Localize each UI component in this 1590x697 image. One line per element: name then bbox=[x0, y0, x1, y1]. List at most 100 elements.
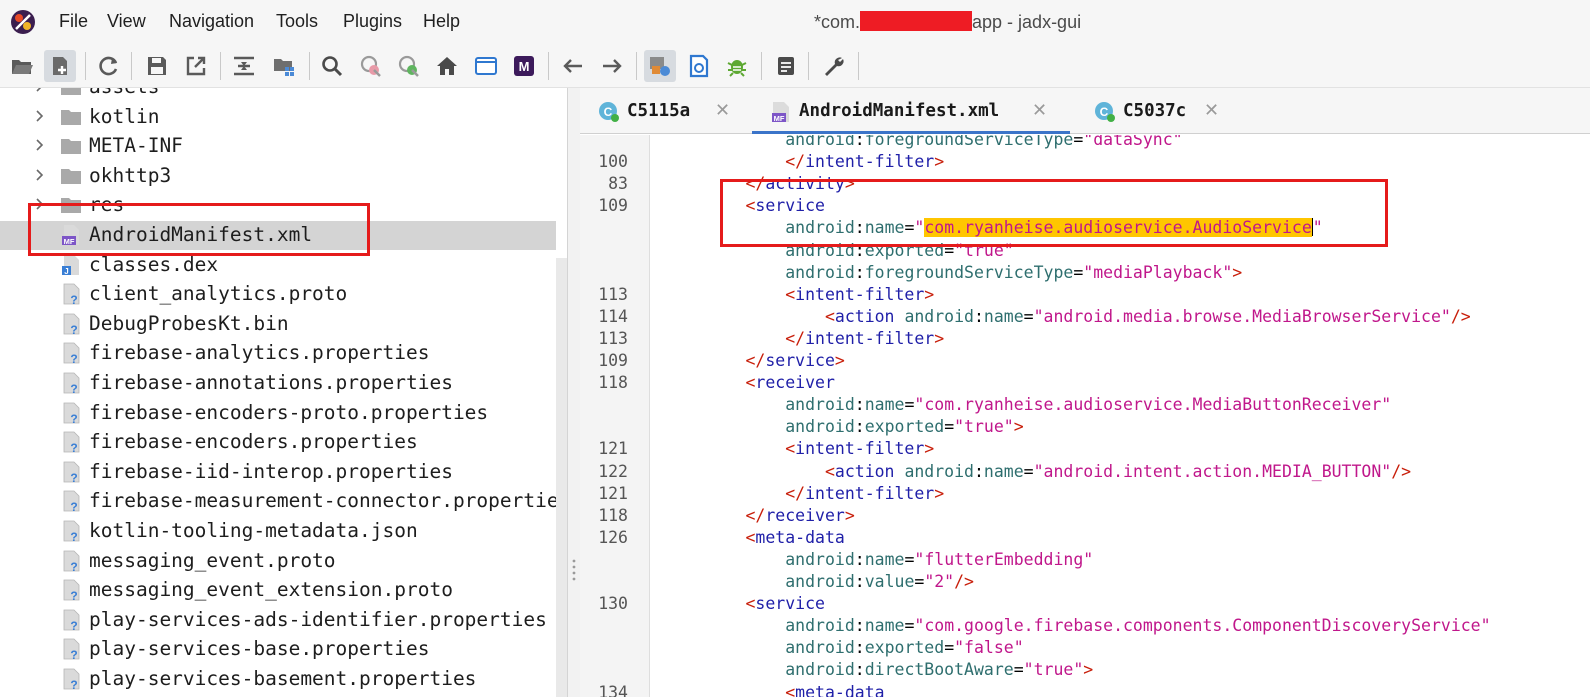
code-token: </ bbox=[785, 328, 806, 348]
export-icon[interactable] bbox=[180, 50, 212, 82]
tree-item[interactable]: ? firebase-iid-interop.properties bbox=[0, 458, 556, 487]
menu-plugins[interactable]: Plugins bbox=[343, 11, 402, 32]
sync-with-editor-icon[interactable] bbox=[228, 50, 260, 82]
tree-item[interactable]: ? client_analytics.proto bbox=[0, 280, 556, 309]
preferences-wrench-icon[interactable] bbox=[818, 50, 850, 82]
code-token: meta-data bbox=[795, 682, 885, 697]
code-token: intent-filter bbox=[795, 284, 925, 304]
svg-text:?: ? bbox=[70, 412, 77, 424]
line-number: 126 bbox=[598, 527, 628, 547]
code-token: < bbox=[745, 527, 756, 547]
code-token: < bbox=[824, 461, 835, 481]
unknown-file-icon: ? bbox=[63, 313, 80, 335]
tree-item[interactable]: assets bbox=[0, 88, 556, 102]
unknown-file-icon: ? bbox=[63, 609, 80, 631]
code-token: : bbox=[973, 461, 984, 481]
add-files-icon[interactable] bbox=[44, 50, 76, 82]
tree-item[interactable]: ? firebase-analytics.properties bbox=[0, 339, 556, 368]
menu-navigation[interactable]: Navigation bbox=[169, 11, 254, 32]
menu-view[interactable]: View bbox=[107, 11, 146, 32]
tree-item[interactable]: ? messaging_event.proto bbox=[0, 547, 556, 576]
tree-scrollbar[interactable] bbox=[556, 258, 567, 697]
line-number: 122 bbox=[598, 461, 628, 481]
toolbar-separator bbox=[761, 52, 762, 80]
chevron-right-icon[interactable] bbox=[32, 168, 46, 182]
tab-c5115a[interactable]: C C5115a ✕ bbox=[580, 88, 745, 134]
panel-splitter[interactable] bbox=[568, 88, 580, 697]
code-line: android:name="com.google.firebase.compon… bbox=[666, 615, 1490, 637]
code-token: service bbox=[755, 594, 825, 614]
tree-item[interactable]: ? play-services-ads-identifier.properties bbox=[0, 606, 556, 635]
chevron-right-icon[interactable] bbox=[32, 109, 46, 123]
tree-item-label: messaging_event_extension.proto bbox=[89, 578, 453, 602]
svg-text:?: ? bbox=[70, 500, 77, 512]
folder-icon bbox=[61, 109, 81, 125]
code-token: > bbox=[934, 483, 945, 503]
svg-text:?: ? bbox=[70, 589, 77, 601]
debug-bug-icon[interactable] bbox=[721, 50, 753, 82]
menu-tools[interactable]: Tools bbox=[276, 11, 318, 32]
open-file-icon[interactable] bbox=[6, 50, 38, 82]
unknown-file-icon: ? bbox=[63, 520, 80, 542]
back-arrow-icon[interactable] bbox=[557, 50, 589, 82]
smali-icon[interactable]: M bbox=[508, 50, 540, 82]
tree-item[interactable]: ? firebase-annotations.properties bbox=[0, 369, 556, 398]
tab-close-icon[interactable]: ✕ bbox=[1204, 100, 1219, 121]
tree-item[interactable]: ? play-services-basement.properties bbox=[0, 665, 556, 694]
svg-text:?: ? bbox=[70, 471, 77, 483]
annotation-box-manifest bbox=[28, 203, 370, 256]
tree-item[interactable]: okhttp3 bbox=[0, 162, 556, 191]
tree-item[interactable]: ? kotlin-tooling-metadata.json bbox=[0, 517, 556, 546]
code-line: android:name="flutterEmbedding" bbox=[666, 549, 1093, 571]
save-all-icon[interactable] bbox=[141, 50, 173, 82]
tree-item[interactable]: ? DebugProbesKt.bin bbox=[0, 310, 556, 339]
code-token: "true" bbox=[954, 417, 1014, 437]
code-token: = bbox=[1013, 660, 1024, 680]
code-token: "false" bbox=[954, 638, 1024, 658]
tree-item[interactable]: kotlin bbox=[0, 103, 556, 132]
menu-file[interactable]: File bbox=[59, 11, 88, 32]
tab-c5037c[interactable]: C C5037c ✕ bbox=[1076, 88, 1236, 134]
tree-item[interactable]: META-INF bbox=[0, 132, 556, 161]
tree-item[interactable]: ? play-services-base.properties bbox=[0, 635, 556, 664]
search-text-icon[interactable] bbox=[316, 50, 348, 82]
code-line: android:foregroundServiceType="mediaPlay… bbox=[666, 262, 1242, 284]
svg-text:?: ? bbox=[70, 293, 77, 305]
tree-item-label: kotlin bbox=[89, 104, 160, 128]
tab-close-icon[interactable]: ✕ bbox=[1032, 100, 1047, 121]
code-token: "dataSync" bbox=[1083, 135, 1183, 149]
code-token: /> bbox=[1450, 306, 1471, 326]
log-viewer-icon[interactable] bbox=[770, 50, 802, 82]
menu-help[interactable]: Help bbox=[423, 11, 460, 32]
tree-item[interactable]: ? messaging_event_extension.proto bbox=[0, 576, 556, 605]
reload-icon[interactable] bbox=[93, 50, 125, 82]
home-icon[interactable] bbox=[431, 50, 463, 82]
show-log-icon[interactable] bbox=[470, 50, 502, 82]
tree-item[interactable]: ? firebase-encoders-proto.properties bbox=[0, 399, 556, 428]
tab-androidmanifest[interactable]: MF AndroidManifest.xml ✕ bbox=[752, 88, 1070, 134]
code-line: </intent-filter> bbox=[666, 328, 944, 350]
folder-icon bbox=[61, 88, 81, 95]
forward-arrow-icon[interactable] bbox=[596, 50, 628, 82]
unknown-file-icon: ? bbox=[63, 283, 80, 305]
code-token: = bbox=[1023, 461, 1034, 481]
flatten-packages-icon[interactable] bbox=[268, 50, 300, 82]
quark-icon[interactable] bbox=[683, 50, 715, 82]
tree-item[interactable]: ? firebase-measurement-connector.properti… bbox=[0, 487, 556, 516]
chevron-right-icon[interactable] bbox=[32, 88, 46, 93]
search-usage-icon[interactable] bbox=[393, 50, 425, 82]
tree-item-label: assets bbox=[89, 88, 159, 98]
active-tab-indicator bbox=[752, 131, 1070, 134]
search-class-icon[interactable] bbox=[355, 50, 387, 82]
chevron-right-icon[interactable] bbox=[32, 138, 46, 152]
decompile-all-icon[interactable] bbox=[644, 50, 676, 82]
tree-item[interactable]: ? firebase-encoders.properties bbox=[0, 428, 556, 457]
code-token: > bbox=[1232, 262, 1243, 282]
code-token: intent-filter bbox=[805, 152, 935, 172]
tree-item-label: firebase-measurement-connector.propertie… bbox=[89, 489, 556, 513]
tab-close-icon[interactable]: ✕ bbox=[715, 100, 730, 121]
